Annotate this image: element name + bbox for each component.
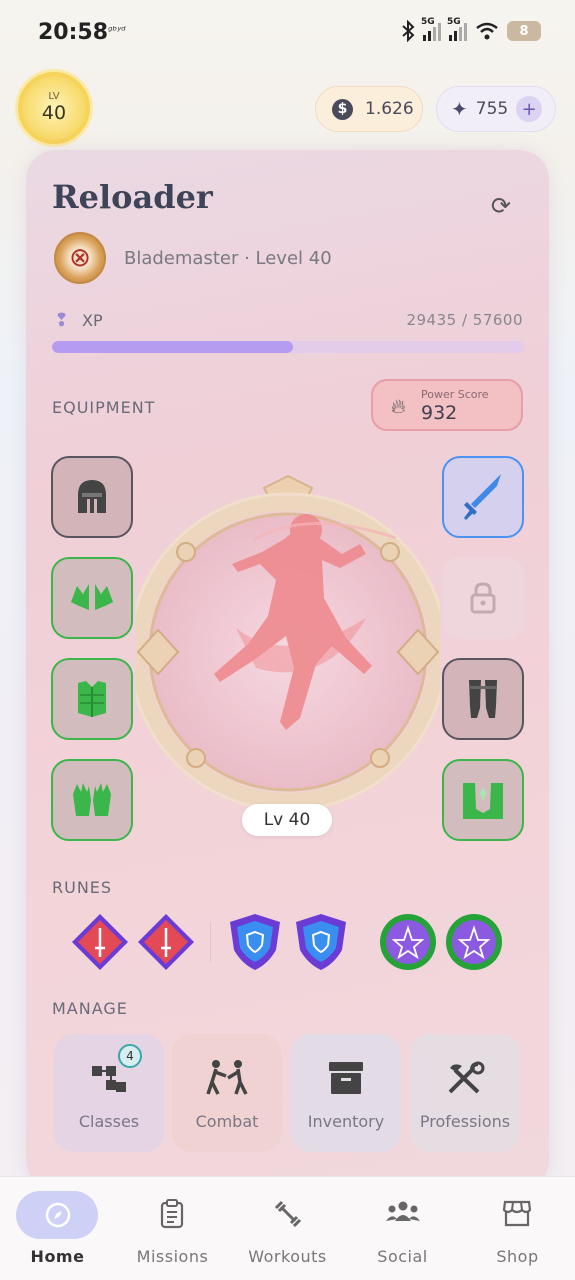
add-gems-button[interactable]: +	[516, 96, 543, 122]
manage-tile-label: Inventory	[307, 1112, 385, 1131]
xp-icon: ❢	[54, 310, 70, 331]
power-score-value: 932	[421, 402, 458, 424]
shield-rune-icon[interactable]	[228, 912, 282, 972]
character-card: Reloader ⟳ ⊗ Blademaster · Level 40 ❢ XP…	[26, 150, 549, 1190]
dumbbell-icon	[274, 1200, 302, 1228]
professions-icon	[448, 1061, 485, 1094]
power-score[interactable]: 🔥︎ Power Score 932	[371, 379, 523, 431]
star-rune-icon[interactable]	[378, 912, 438, 972]
classes-icon	[92, 1066, 126, 1092]
coins-value: 1.626	[365, 99, 414, 119]
equip-slot-legs[interactable]	[442, 658, 524, 740]
portrait-level-chip: Lv 40	[242, 804, 332, 836]
manage-tile-combat[interactable]: Combat	[172, 1034, 282, 1152]
star-rune-icon-2[interactable]	[444, 912, 504, 972]
lock-icon	[470, 582, 496, 614]
nav-social[interactable]: Social	[345, 1177, 460, 1280]
status-bar: 20:58 ᵍᵇʸᵈ 5G 5G 8	[0, 0, 575, 66]
nav-workouts[interactable]: Workouts	[230, 1177, 345, 1280]
status-note: ᵍᵇʸᵈ	[108, 24, 126, 37]
people-icon	[386, 1201, 420, 1221]
refresh-icon[interactable]: ⟳	[491, 192, 511, 220]
classes-badge: 4	[118, 1044, 142, 1068]
level-badge[interactable]: LV 40	[18, 72, 90, 144]
level-badge-label: LV	[48, 91, 60, 102]
cell-signal-icon: 5G	[421, 17, 441, 41]
equip-slot-boots[interactable]	[442, 759, 524, 841]
flame-icon: 🔥︎	[391, 394, 406, 418]
level-badge-value: 40	[41, 102, 67, 124]
clipboard-icon	[160, 1199, 184, 1229]
manage-tile-classes[interactable]: 4 Classes	[54, 1034, 164, 1152]
equip-slot-weapon[interactable]	[442, 456, 524, 538]
store-icon	[502, 1200, 532, 1227]
coin-icon: $	[332, 98, 353, 120]
inventory-icon	[329, 1062, 363, 1094]
equip-slot-gloves[interactable]	[51, 759, 133, 841]
clock: 20:58	[38, 20, 109, 45]
runes-heading: RUNES	[52, 878, 113, 897]
cell-signal-icon-2: 5G	[447, 17, 467, 41]
shield-rune-icon-2[interactable]	[294, 912, 348, 972]
nav-home[interactable]: Home	[0, 1177, 115, 1280]
portrait-frame	[128, 474, 448, 812]
gems-value: 755	[475, 99, 509, 119]
gems-counter[interactable]: ✦ 755 +	[436, 86, 556, 132]
equipment-heading: EQUIPMENT	[52, 398, 156, 417]
sword-icon	[464, 474, 501, 520]
xp-label: XP	[82, 311, 103, 330]
equip-slot-chest[interactable]	[51, 658, 133, 740]
xp-value: 29435 / 57600	[406, 311, 523, 329]
shoulders-icon	[71, 584, 113, 610]
boots-icon	[463, 783, 503, 819]
leg-armor-icon	[469, 680, 497, 718]
class-emblem-icon: ⊗	[54, 232, 106, 284]
nav-label: Workouts	[248, 1247, 327, 1266]
nav-label: Social	[377, 1247, 428, 1266]
class-and-level: Blademaster · Level 40	[124, 248, 332, 269]
battery-icon: 8	[507, 21, 541, 41]
sword-rune-icon-2[interactable]	[136, 912, 196, 972]
nav-label: Home	[30, 1247, 85, 1266]
sword-rune-icon[interactable]	[70, 912, 130, 972]
xp-progress-bar	[52, 341, 524, 353]
status-icons: 5G 5G 8	[401, 17, 541, 42]
equip-slot-shoulders[interactable]	[51, 557, 133, 639]
compass-icon	[45, 1202, 71, 1228]
combat-icon	[206, 1060, 248, 1095]
bottom-nav: Home Missions Workouts Social Shop	[0, 1176, 575, 1280]
nav-label: Shop	[496, 1247, 539, 1266]
character-name: Reloader	[52, 178, 213, 216]
manage-tile-inventory[interactable]: Inventory	[291, 1034, 401, 1152]
manage-tile-label: Professions	[419, 1112, 511, 1131]
helmet-icon	[78, 480, 106, 513]
manage-heading: MANAGE	[52, 999, 128, 1018]
wifi-icon	[476, 22, 498, 40]
power-score-label: Power Score	[421, 388, 489, 401]
sparkle-icon: ✦	[451, 97, 468, 121]
gloves-icon	[73, 783, 111, 816]
nav-shop[interactable]: Shop	[460, 1177, 575, 1280]
xp-progress-fill	[52, 341, 294, 353]
manage-tile-professions[interactable]: Professions	[410, 1034, 520, 1152]
nav-label: Missions	[136, 1247, 209, 1266]
character-portrait	[128, 468, 448, 812]
rune-divider	[210, 922, 211, 962]
equip-slot-helmet[interactable]	[51, 456, 133, 538]
manage-tile-label: Combat	[195, 1112, 259, 1131]
bluetooth-icon	[402, 20, 415, 42]
chest-armor-icon	[78, 681, 106, 717]
coins-counter[interactable]: $ 1.626	[315, 86, 423, 132]
equip-slot-locked[interactable]	[442, 557, 524, 639]
manage-tile-label: Classes	[78, 1112, 140, 1131]
nav-missions[interactable]: Missions	[115, 1177, 230, 1280]
